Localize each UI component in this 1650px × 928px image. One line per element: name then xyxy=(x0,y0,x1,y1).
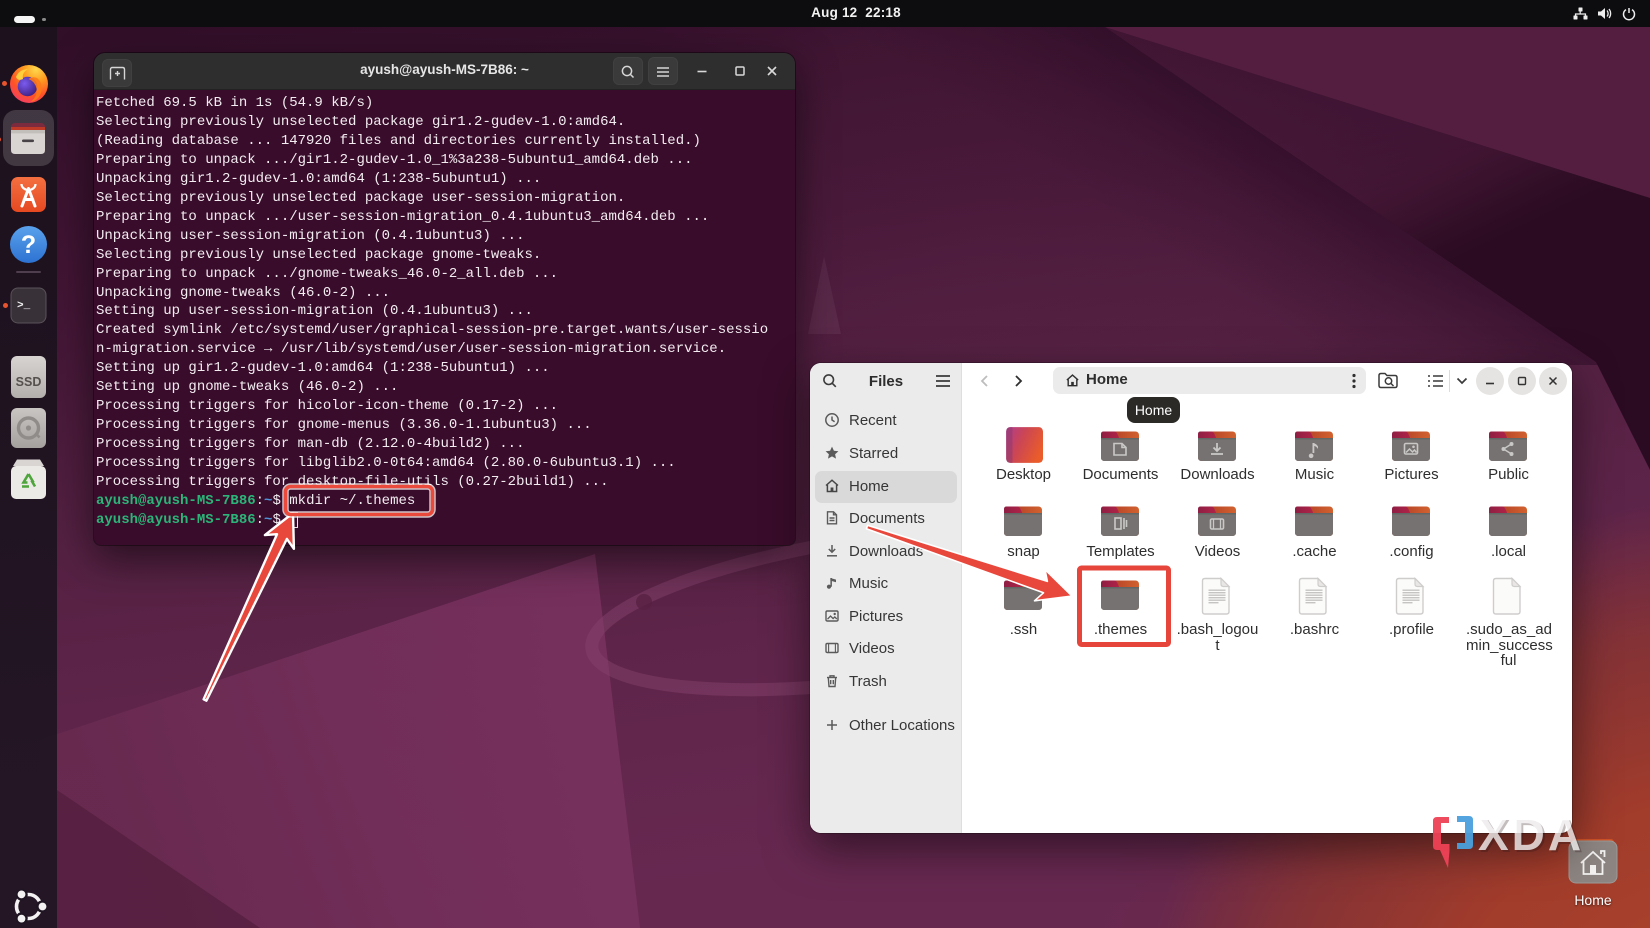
svg-text:>_: >_ xyxy=(17,300,31,312)
svg-text:?: ? xyxy=(21,231,36,259)
svg-text:SSD: SSD xyxy=(16,375,42,389)
